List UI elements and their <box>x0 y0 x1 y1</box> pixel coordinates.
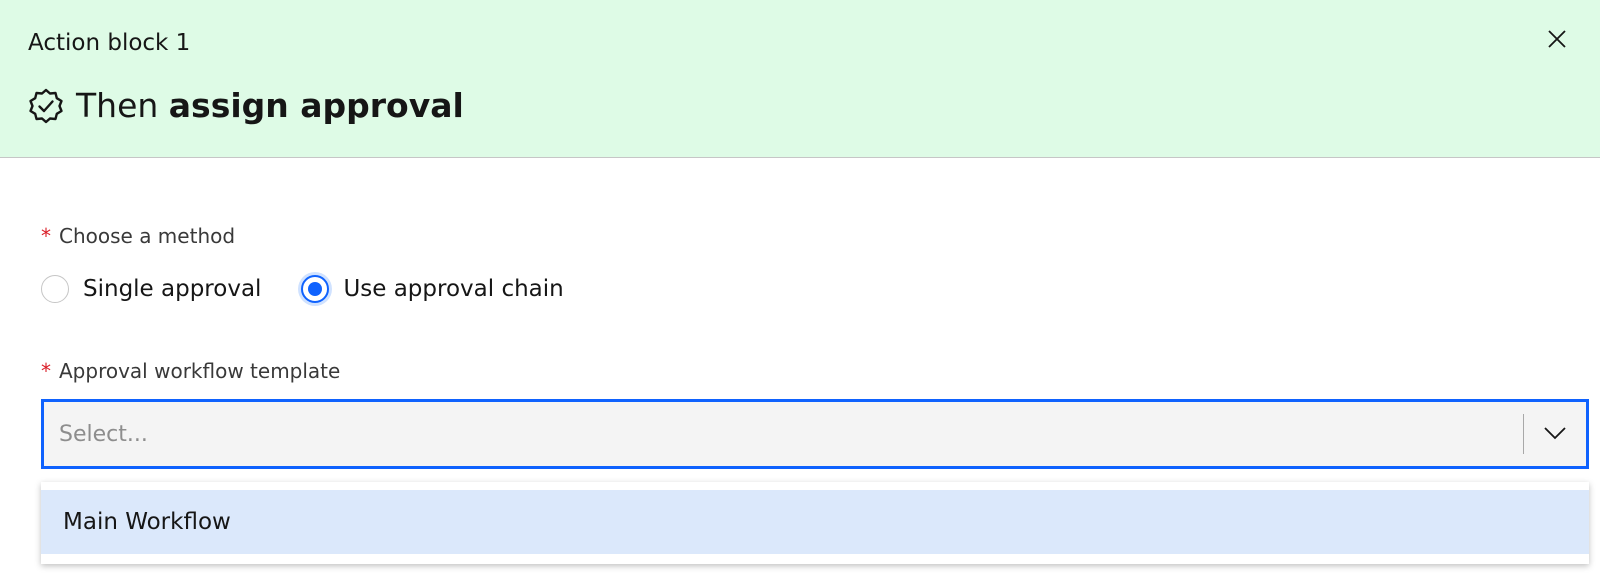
panel-header: Action block 1 Then assign approval <box>0 0 1600 158</box>
dropdown-menu: Main Workflow <box>41 482 1589 564</box>
close-button[interactable] <box>1542 26 1572 56</box>
close-icon <box>1546 28 1568 54</box>
method-label-text: Choose a method <box>59 224 236 248</box>
template-label-text: Approval workflow template <box>59 359 341 383</box>
method-radio-group: Single approval Use approval chain <box>41 272 604 306</box>
badge-check-icon <box>28 88 64 124</box>
radio-label: Single approval <box>83 276 262 302</box>
workflow-template-combobox[interactable] <box>41 399 1589 469</box>
dropdown-option-main-workflow[interactable]: Main Workflow <box>41 490 1589 554</box>
radio-dot <box>308 282 323 296</box>
radio-label: Use approval chain <box>343 276 564 302</box>
chevron-down-icon <box>1543 425 1567 444</box>
dropdown-toggle[interactable] <box>1524 402 1586 466</box>
block-label: Action block 1 <box>28 30 191 56</box>
panel-title: Then assign approval <box>28 84 464 128</box>
workflow-template-input[interactable] <box>44 402 1523 466</box>
radio-use-approval-chain[interactable]: Use approval chain <box>301 274 564 304</box>
radio-button[interactable] <box>41 275 69 303</box>
radio-single-approval[interactable]: Single approval <box>41 274 261 304</box>
title-action: assign approval <box>168 86 464 125</box>
template-label: * Approval workflow template <box>41 358 340 384</box>
panel-title-text: Then assign approval <box>76 84 464 128</box>
required-marker: * <box>41 359 51 383</box>
method-label: * Choose a method <box>41 223 235 249</box>
required-marker: * <box>41 224 51 248</box>
title-prefix: Then <box>76 86 169 125</box>
radio-button-selected[interactable] <box>301 275 330 303</box>
